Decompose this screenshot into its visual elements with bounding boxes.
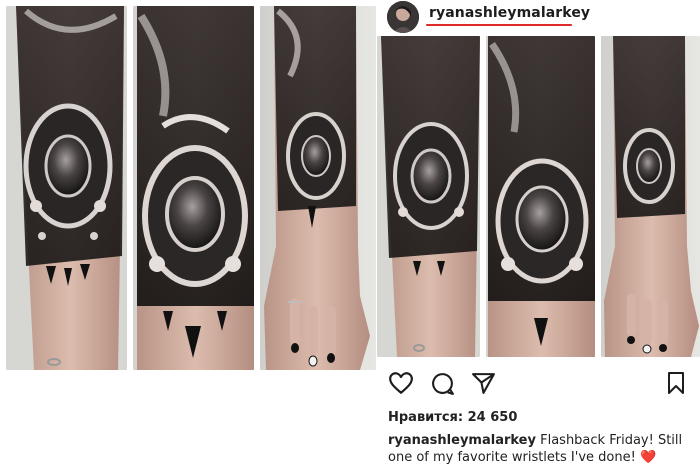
tattoo-photo-2 <box>133 6 254 370</box>
paper-plane-icon[interactable] <box>468 368 498 398</box>
caption-username[interactable]: ryanashleymalarkey <box>388 433 536 448</box>
tattoo-photo-1 <box>6 6 127 370</box>
post-header: ryanashleymalarkey <box>376 0 700 36</box>
likes-count[interactable]: Нравится: 24 650 <box>388 410 517 425</box>
post-footer: Нравится: 24 650 ryanashleymalarkey Flas… <box>376 358 700 465</box>
tattoo-photo-3 <box>260 6 376 370</box>
bookmark-icon[interactable] <box>661 368 691 398</box>
post-username[interactable]: ryanashleymalarkey <box>429 5 590 21</box>
tattoo-photo-4 <box>377 36 480 357</box>
heart-outline-icon[interactable] <box>386 368 416 398</box>
username-highlight-underline <box>426 24 572 26</box>
tattoo-photo-5 <box>486 36 595 357</box>
tattoo-photo-6 <box>601 36 700 357</box>
comment-bubble-icon[interactable] <box>427 368 457 398</box>
red-heart-emoji-icon: ❤️ <box>639 450 657 465</box>
avatar[interactable] <box>387 1 419 33</box>
post-caption: ryanashleymalarkey Flashback Friday! Sti… <box>388 432 694 466</box>
action-bar <box>376 368 700 398</box>
